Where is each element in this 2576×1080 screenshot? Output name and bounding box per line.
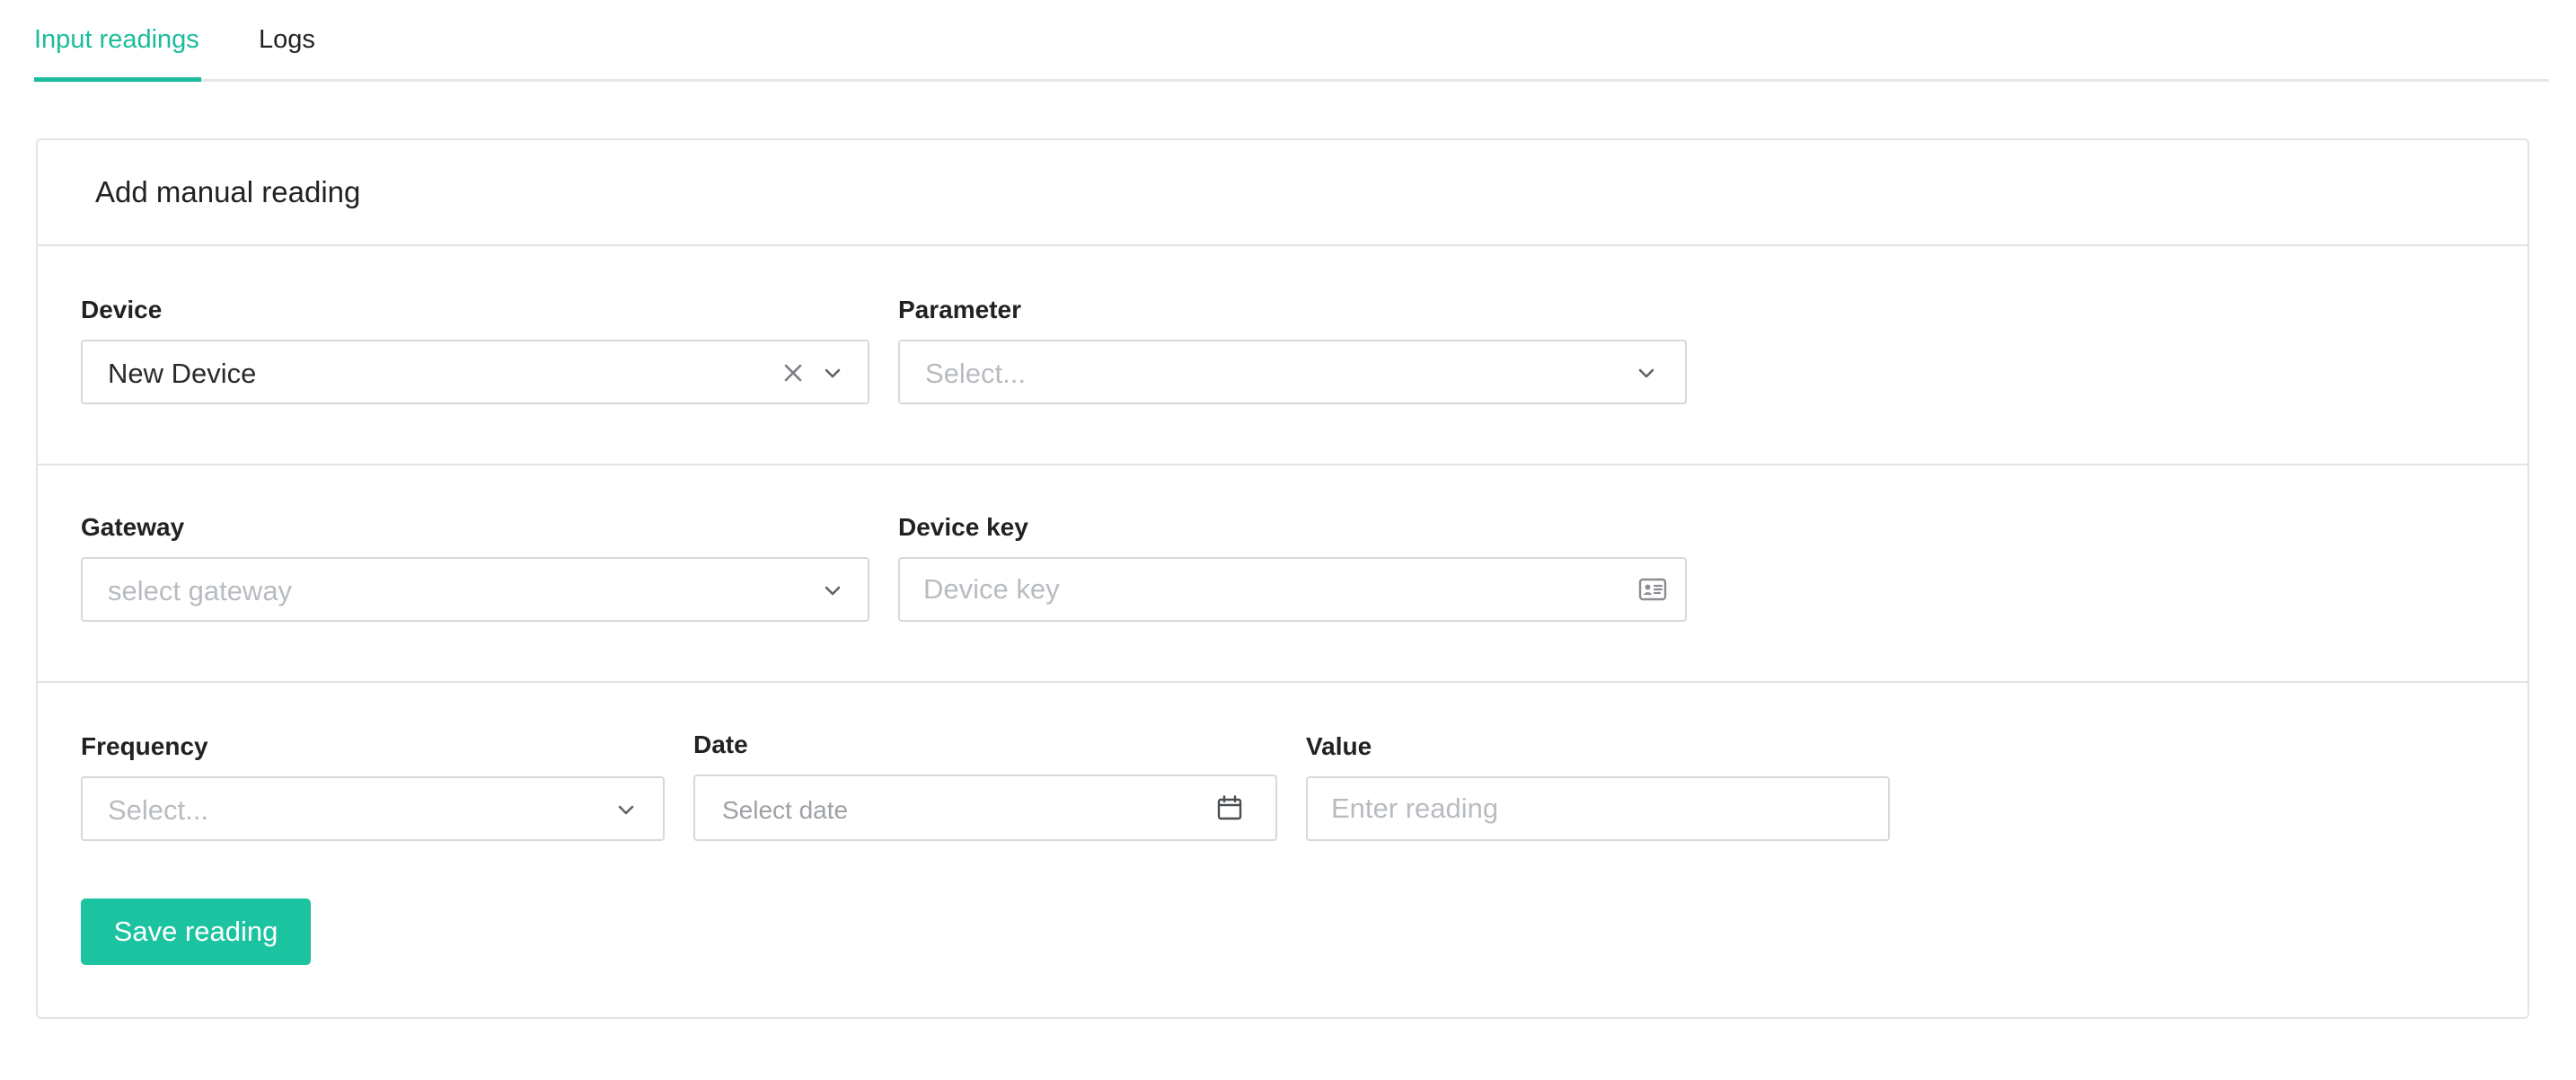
- frequency-label: Frequency: [81, 732, 208, 760]
- section-divider: [38, 681, 2527, 683]
- card-header: Add manual reading: [38, 140, 2527, 246]
- manual-reading-card: Add manual reading Device New Device Par…: [36, 138, 2529, 1019]
- parameter-select-placeholder: Select...: [925, 358, 1026, 389]
- device-select-value: New Device: [108, 358, 257, 389]
- value-label: Value: [1306, 732, 1372, 760]
- tab-input-readings[interactable]: Input readings: [34, 23, 199, 56]
- device-key-field[interactable]: [898, 557, 1687, 622]
- value-field[interactable]: [1306, 776, 1890, 841]
- chevron-down-icon[interactable]: [821, 579, 844, 602]
- tab-logs-label: Logs: [259, 25, 315, 54]
- calendar-icon[interactable]: [1216, 794, 1243, 821]
- date-label: Date: [693, 730, 748, 758]
- id-card-icon: [1638, 578, 1667, 601]
- device-select[interactable]: New Device: [81, 340, 869, 404]
- date-picker[interactable]: Select date: [693, 775, 1277, 841]
- card-title: Add manual reading: [95, 175, 361, 208]
- chevron-down-icon[interactable]: [1635, 361, 1658, 385]
- chevron-down-icon[interactable]: [614, 798, 638, 821]
- active-tab-indicator: [34, 77, 201, 82]
- date-picker-placeholder: Select date: [722, 796, 849, 824]
- gateway-select[interactable]: select gateway: [81, 557, 869, 622]
- frequency-select-placeholder: Select...: [108, 794, 208, 826]
- chevron-down-icon[interactable]: [821, 361, 844, 385]
- gateway-label: Gateway: [81, 513, 185, 541]
- tab-bar: Input readings Logs: [34, 0, 2549, 82]
- frequency-select[interactable]: Select...: [81, 776, 665, 841]
- value-input[interactable]: [1308, 778, 1888, 839]
- device-key-label: Device key: [898, 513, 1028, 541]
- device-label: Device: [81, 296, 163, 323]
- parameter-label: Parameter: [898, 296, 1021, 323]
- tab-input-readings-label: Input readings: [34, 25, 199, 54]
- parameter-select[interactable]: Select...: [898, 340, 1687, 404]
- tab-logs[interactable]: Logs: [259, 23, 315, 56]
- clear-icon[interactable]: [781, 361, 805, 385]
- section-divider: [38, 464, 2527, 465]
- gateway-select-placeholder: select gateway: [108, 575, 293, 606]
- save-reading-button[interactable]: Save reading: [81, 899, 311, 965]
- device-key-input[interactable]: [900, 559, 1685, 620]
